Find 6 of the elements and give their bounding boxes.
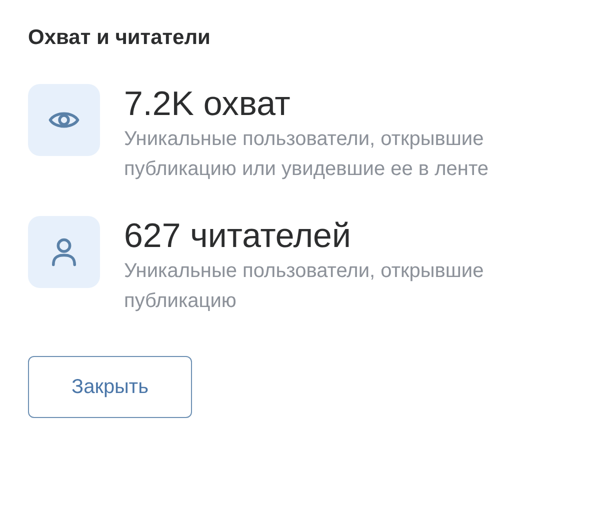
stat-description: Уникальные пользователи, открывшие публикацию: [124, 259, 485, 314]
section-title: Охват и читатели: [28, 26, 210, 50]
stat-description: Уникальные пользователи, открывшие публикацию или увидевшие ее в ленте: [124, 127, 490, 182]
stat-value: 627 читателей: [124, 216, 352, 256]
close-button[interactable]: Закрыть: [28, 356, 192, 418]
stat-value: 7.2K охват: [124, 84, 292, 124]
